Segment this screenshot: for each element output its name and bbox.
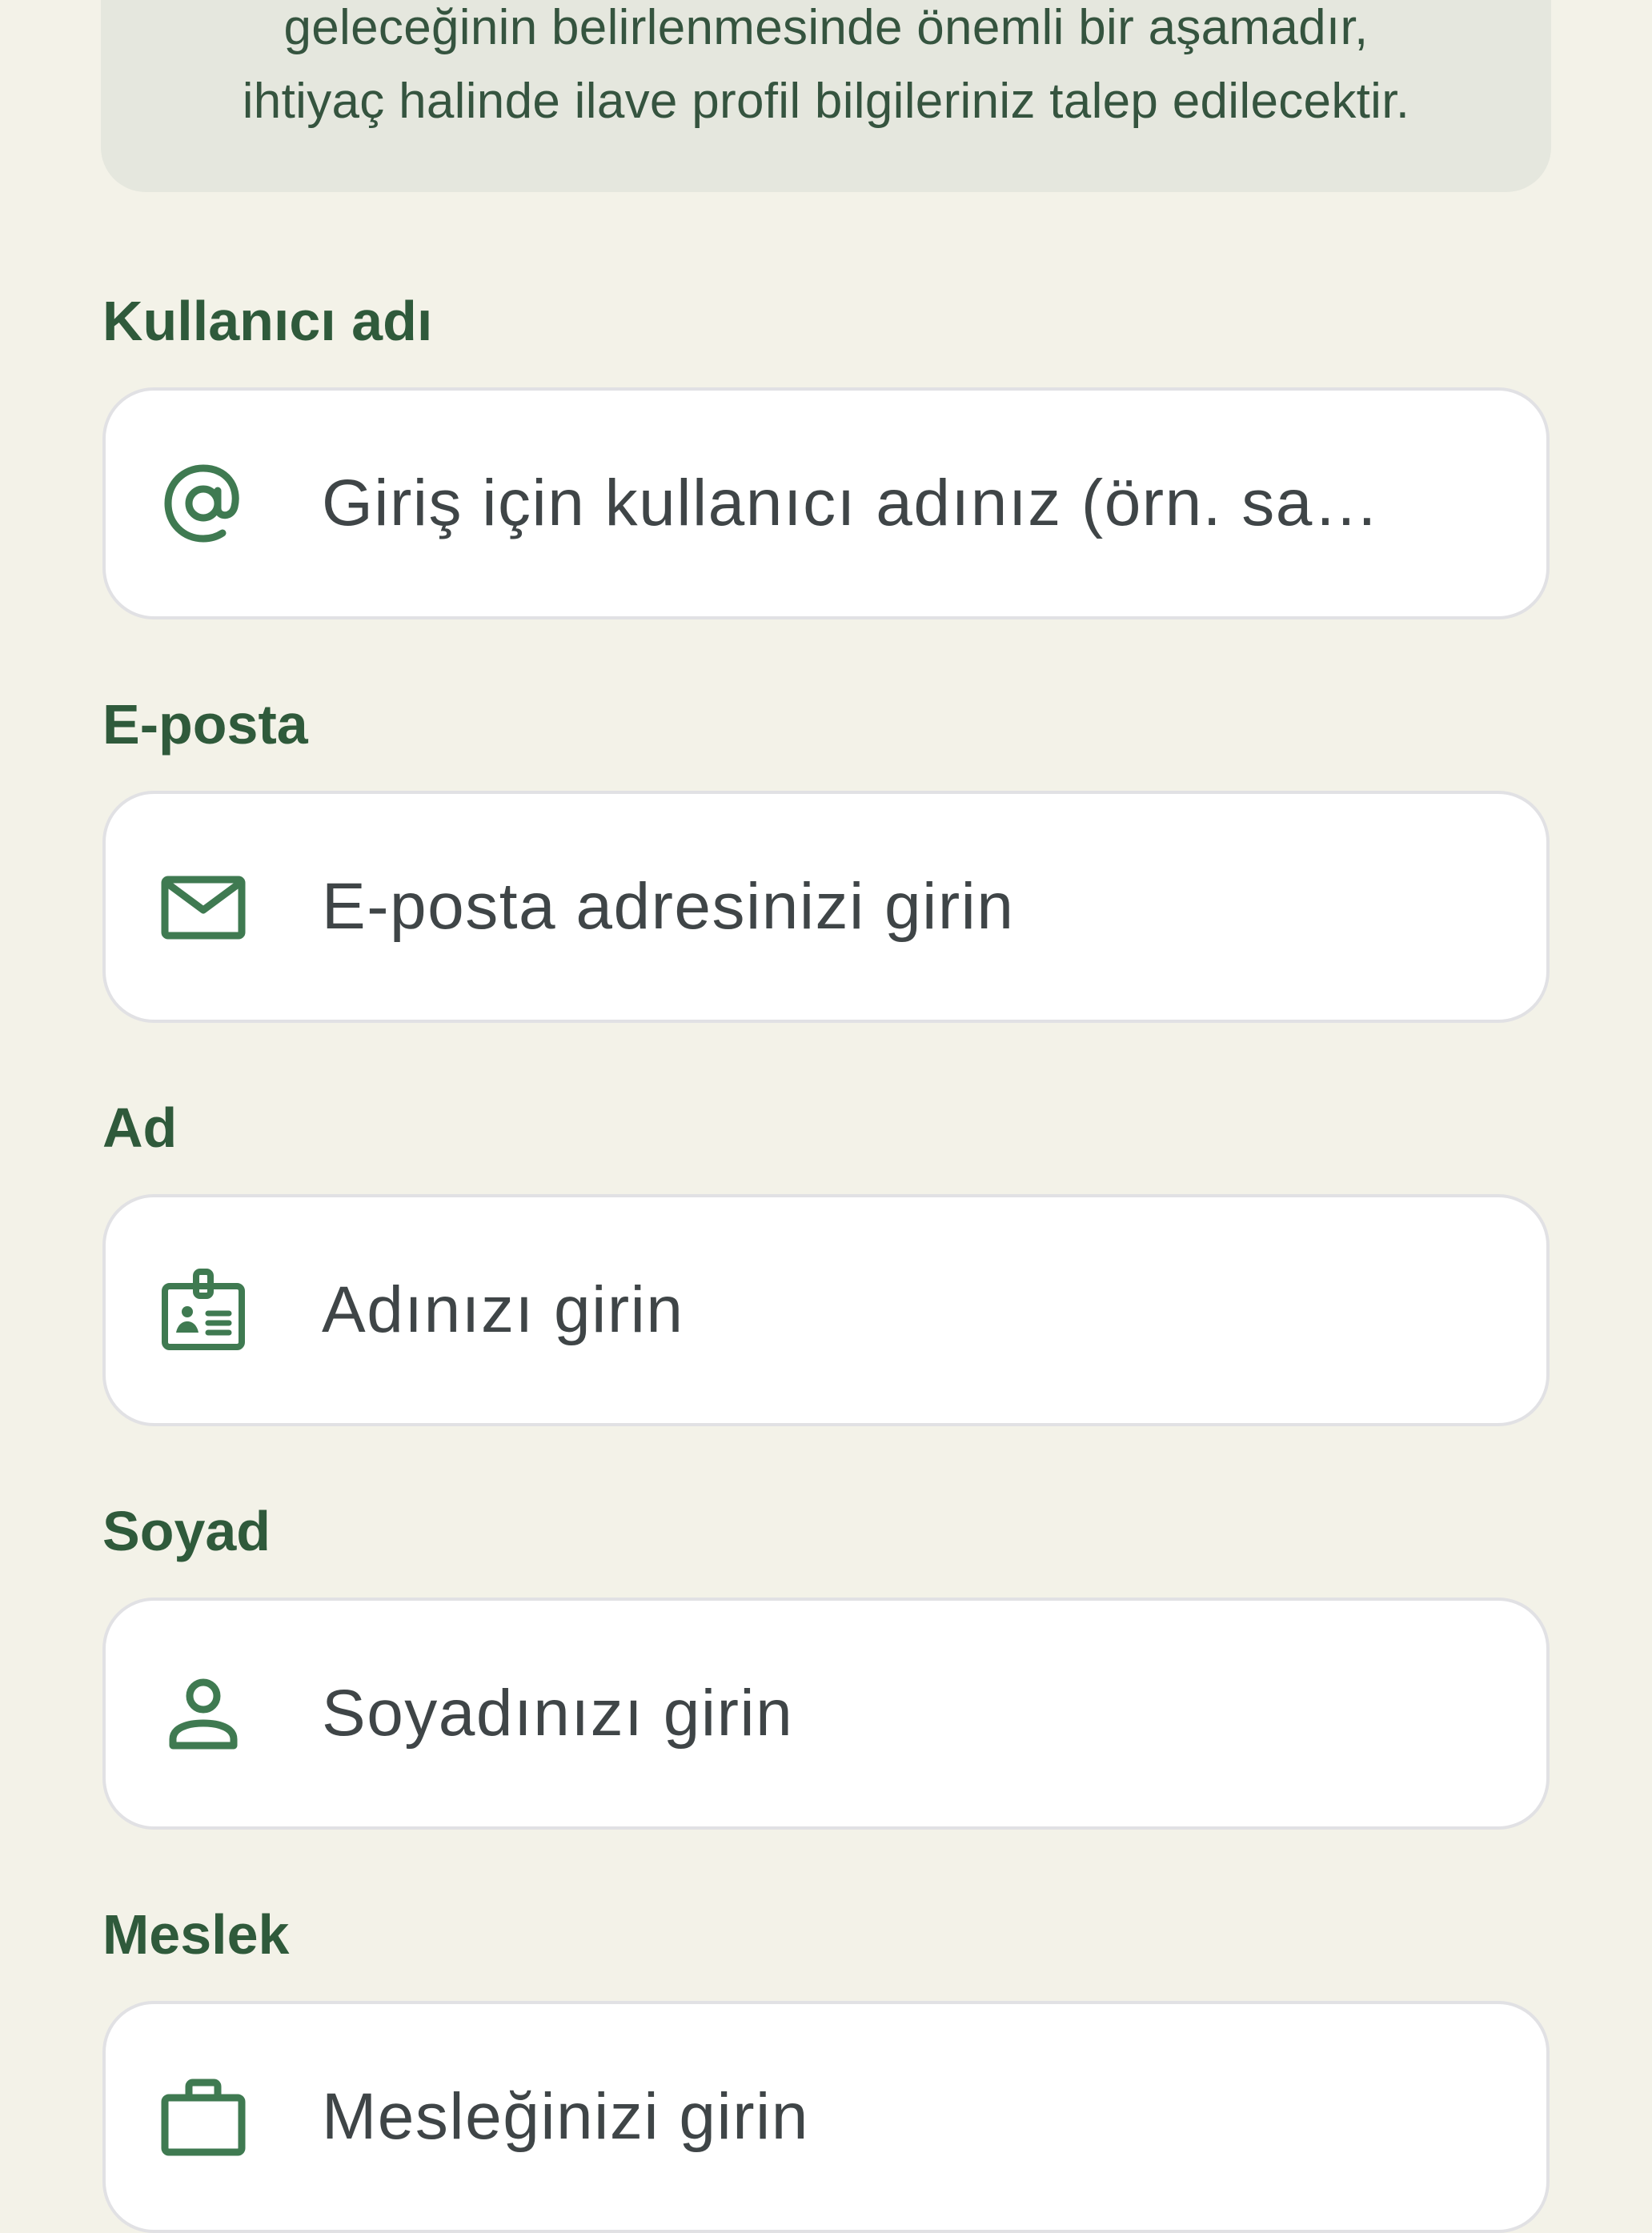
first-name-input[interactable]: [322, 1197, 1470, 1423]
first-name-label: Ad: [102, 1096, 178, 1159]
mail-icon: [158, 862, 248, 952]
profession-label: Meslek: [102, 1903, 290, 1966]
info-text-line-1: geleceğinin belirlenmesinde önemli bir a…: [283, 0, 1369, 55]
username-input[interactable]: [322, 391, 1470, 616]
id-badge-icon: [158, 1265, 248, 1355]
last-name-label: Soyad: [102, 1500, 271, 1562]
email-input[interactable]: [322, 794, 1470, 1020]
info-card: geleceğinin belirlenmesinde önemli bir a…: [101, 0, 1551, 192]
person-icon: [158, 1669, 248, 1758]
email-field[interactable]: [102, 791, 1550, 1023]
last-name-field[interactable]: [102, 1598, 1550, 1830]
registration-form-page: geleceğinin belirlenmesinde önemli bir a…: [0, 0, 1652, 2233]
username-label: Kullanıcı adı: [102, 290, 433, 352]
profession-field[interactable]: [102, 2001, 1550, 2233]
username-field[interactable]: [102, 387, 1550, 619]
email-label: E-posta: [102, 693, 308, 756]
last-name-input[interactable]: [322, 1601, 1470, 1826]
briefcase-icon: [158, 2072, 248, 2162]
first-name-field[interactable]: [102, 1194, 1550, 1426]
at-icon: [158, 459, 248, 548]
info-text-line-2: ihtiyaç halinde ilave profil bilgilerini…: [242, 74, 1410, 129]
profession-input[interactable]: [322, 2004, 1470, 2230]
